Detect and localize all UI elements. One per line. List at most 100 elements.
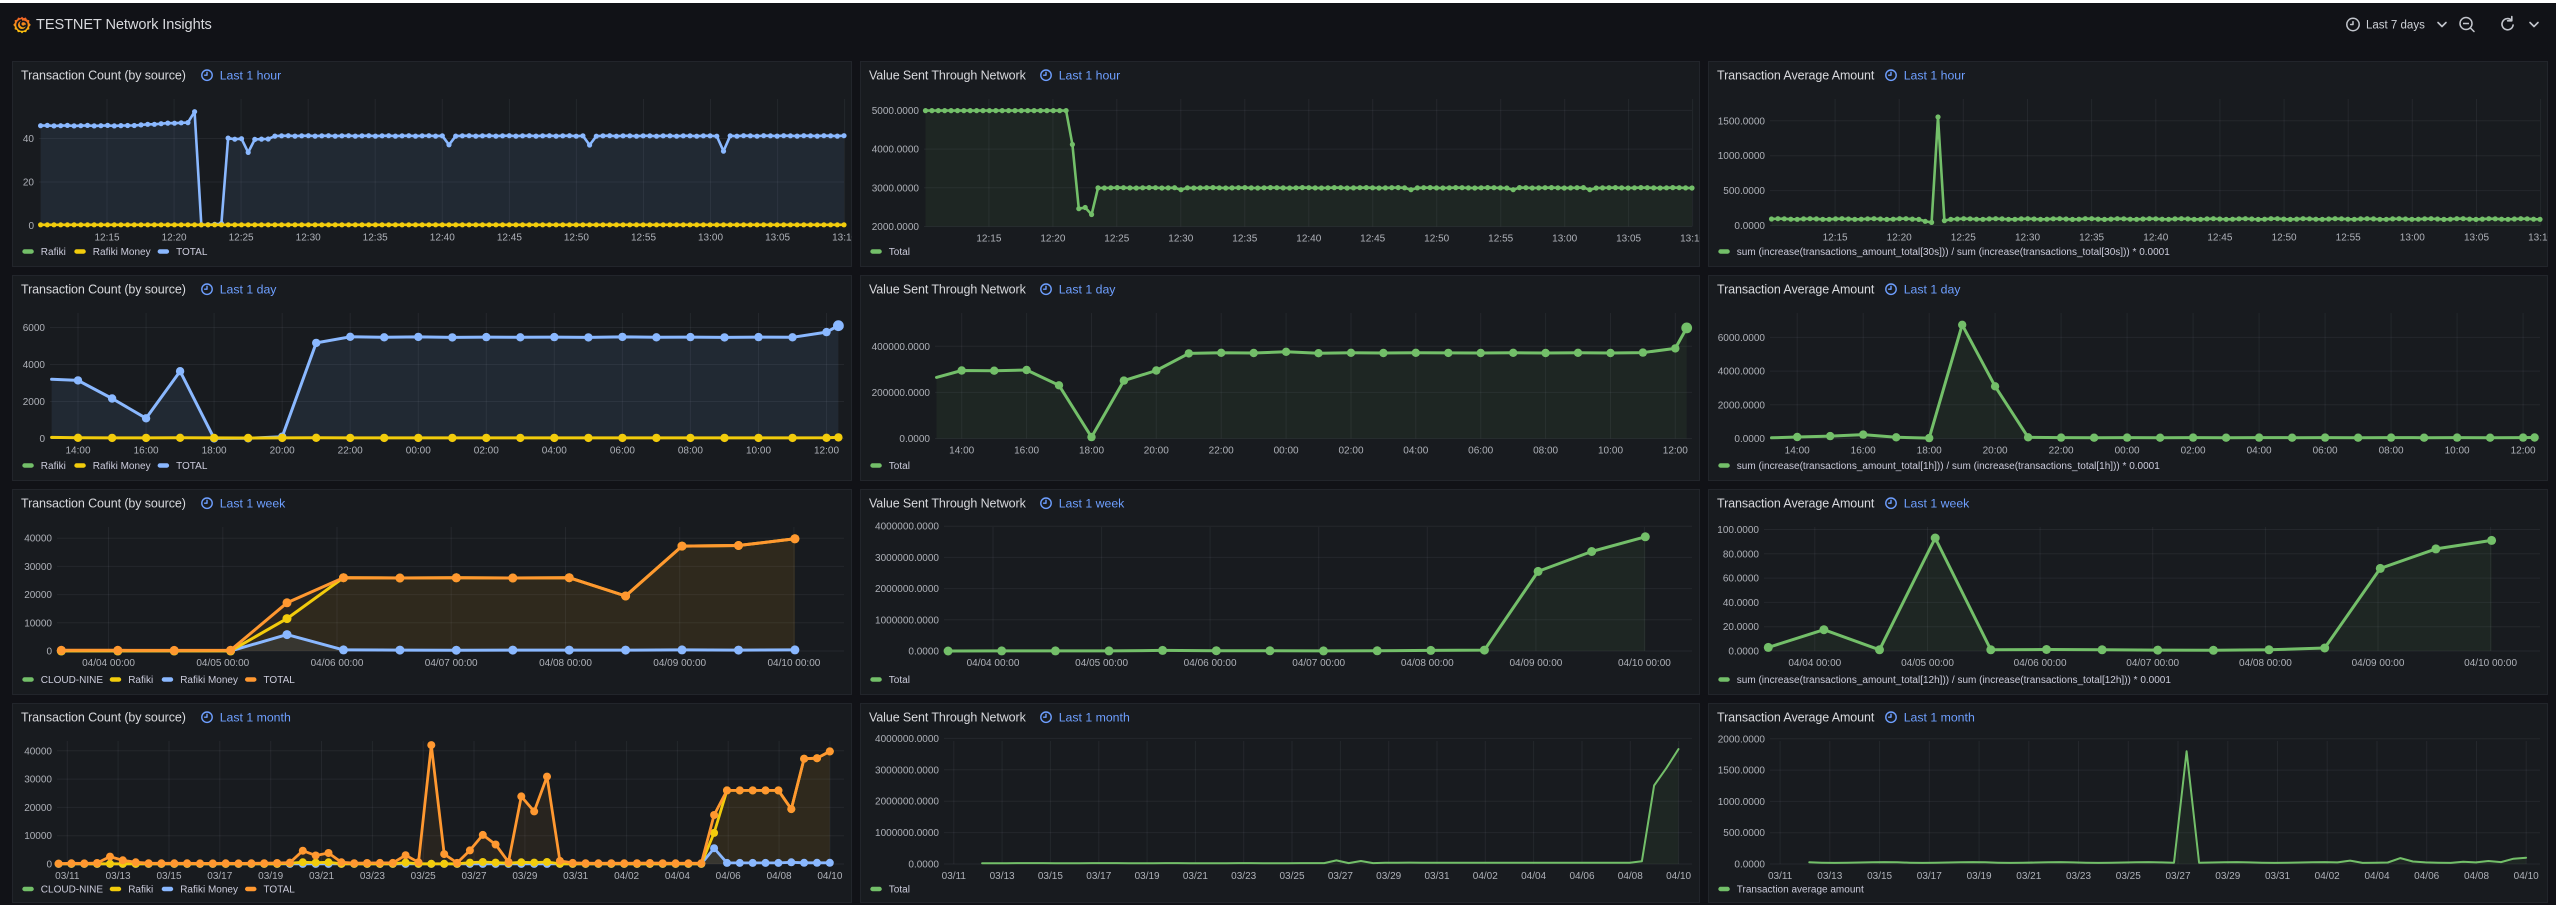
- svg-text:04/08 00:00: 04/08 00:00: [2239, 658, 2292, 669]
- svg-text:TOTAL: TOTAL: [176, 247, 208, 258]
- svg-text:0.0000: 0.0000: [1734, 221, 1765, 232]
- svg-text:12:50: 12:50: [1424, 234, 1449, 245]
- svg-text:Last 1 week: Last 1 week: [220, 497, 286, 511]
- svg-text:12:40: 12:40: [2143, 233, 2168, 244]
- svg-text:4000.0000: 4000.0000: [1718, 367, 1766, 378]
- svg-text:5000.0000: 5000.0000: [872, 106, 920, 117]
- svg-text:sum (increase(transactions_amo: sum (increase(transactions_amount_total[…: [1737, 247, 2170, 258]
- svg-text:04/07 00:00: 04/07 00:00: [425, 658, 478, 669]
- svg-text:1500.0000: 1500.0000: [1718, 766, 1766, 777]
- svg-text:12:45: 12:45: [497, 233, 522, 244]
- svg-text:Transaction Average Amount: Transaction Average Amount: [1717, 497, 1875, 511]
- svg-text:04:00: 04:00: [542, 446, 567, 457]
- svg-text:12:25: 12:25: [1951, 233, 1976, 244]
- svg-text:04/07 00:00: 04/07 00:00: [2126, 658, 2179, 669]
- svg-text:04/02: 04/02: [2315, 871, 2340, 882]
- svg-text:0: 0: [39, 434, 45, 445]
- svg-text:04/02: 04/02: [1473, 871, 1498, 882]
- svg-text:1000000.0000: 1000000.0000: [875, 828, 939, 839]
- svg-text:04/04 00:00: 04/04 00:00: [82, 658, 135, 669]
- svg-text:20:00: 20:00: [270, 446, 295, 457]
- svg-text:3000000.0000: 3000000.0000: [875, 765, 939, 776]
- svg-text:Last 1 week: Last 1 week: [1904, 497, 1970, 511]
- svg-text:03/19: 03/19: [258, 871, 283, 882]
- svg-text:CLOUD-NINE: CLOUD-NINE: [41, 675, 104, 686]
- svg-text:12:20: 12:20: [162, 233, 187, 244]
- svg-text:2000.0000: 2000.0000: [872, 222, 920, 233]
- svg-text:14:00: 14:00: [65, 446, 90, 457]
- svg-text:0.0000: 0.0000: [899, 434, 930, 445]
- svg-text:Rafiki Money: Rafiki Money: [93, 247, 151, 258]
- svg-text:13:00: 13:00: [698, 233, 723, 244]
- svg-text:30000: 30000: [24, 775, 52, 786]
- svg-text:00:00: 00:00: [2115, 446, 2140, 457]
- svg-text:sum (increase(transactions_amo: sum (increase(transactions_amount_total[…: [1737, 461, 2160, 472]
- svg-text:2000: 2000: [23, 397, 46, 408]
- svg-text:2000000.0000: 2000000.0000: [875, 797, 939, 808]
- svg-text:00:00: 00:00: [1274, 446, 1299, 457]
- svg-text:Value Sent Through Network: Value Sent Through Network: [869, 69, 1027, 83]
- svg-text:12:15: 12:15: [1823, 233, 1848, 244]
- svg-text:02:00: 02:00: [474, 446, 499, 457]
- svg-text:04/06: 04/06: [716, 871, 741, 882]
- svg-text:Transaction Count (by source): Transaction Count (by source): [21, 497, 186, 511]
- svg-text:13:00: 13:00: [2400, 233, 2425, 244]
- svg-text:03/29: 03/29: [1376, 871, 1401, 882]
- svg-text:6000: 6000: [23, 323, 46, 334]
- svg-text:Rafiki Money: Rafiki Money: [180, 675, 238, 686]
- svg-text:03/21: 03/21: [2016, 871, 2041, 882]
- svg-text:22:00: 22:00: [1209, 446, 1234, 457]
- svg-text:Rafiki: Rafiki: [128, 885, 153, 896]
- svg-text:Last 1 month: Last 1 month: [1904, 711, 1975, 725]
- svg-text:2000000.0000: 2000000.0000: [875, 584, 939, 595]
- svg-text:13:00: 13:00: [1552, 234, 1577, 245]
- svg-text:4000.0000: 4000.0000: [872, 145, 920, 156]
- svg-text:03/25: 03/25: [2116, 871, 2141, 882]
- svg-text:12:20: 12:20: [1887, 233, 1912, 244]
- svg-text:Last 1 hour: Last 1 hour: [1904, 69, 1966, 83]
- svg-text:13:10: 13:10: [2528, 233, 2548, 244]
- svg-text:03/25: 03/25: [411, 871, 436, 882]
- svg-text:Last 1 day: Last 1 day: [1059, 283, 1117, 297]
- svg-text:12:00: 12:00: [814, 446, 839, 457]
- svg-text:04/05 00:00: 04/05 00:00: [1075, 658, 1128, 669]
- svg-text:1000.0000: 1000.0000: [1718, 151, 1766, 162]
- svg-text:CLOUD-NINE: CLOUD-NINE: [41, 885, 104, 896]
- svg-text:04/04: 04/04: [665, 871, 690, 882]
- svg-text:20: 20: [23, 178, 35, 189]
- svg-text:03/29: 03/29: [512, 871, 537, 882]
- svg-text:04/04: 04/04: [1521, 871, 1546, 882]
- svg-text:03/27: 03/27: [1328, 871, 1353, 882]
- svg-text:12:00: 12:00: [2511, 446, 2536, 457]
- svg-text:Transaction Average Amount: Transaction Average Amount: [1717, 283, 1875, 297]
- svg-text:500.0000: 500.0000: [1723, 828, 1765, 839]
- svg-text:10:00: 10:00: [2445, 446, 2470, 457]
- svg-text:Rafiki: Rafiki: [41, 247, 66, 258]
- svg-text:04/02: 04/02: [614, 871, 639, 882]
- svg-text:10000: 10000: [24, 618, 52, 629]
- svg-text:500.0000: 500.0000: [1723, 186, 1765, 197]
- svg-text:Value Sent Through Network: Value Sent Through Network: [869, 711, 1027, 725]
- svg-text:04/10: 04/10: [1666, 871, 1691, 882]
- svg-text:Transaction Count (by source): Transaction Count (by source): [21, 711, 186, 725]
- svg-text:Last 1 week: Last 1 week: [1059, 497, 1125, 511]
- svg-text:04/09 00:00: 04/09 00:00: [1509, 658, 1562, 669]
- svg-text:Total: Total: [889, 247, 910, 258]
- svg-text:04:00: 04:00: [2247, 446, 2272, 457]
- svg-text:02:00: 02:00: [1338, 446, 1363, 457]
- svg-text:12:25: 12:25: [1104, 234, 1129, 245]
- svg-text:04/09 00:00: 04/09 00:00: [653, 658, 706, 669]
- svg-text:12:55: 12:55: [2336, 233, 2361, 244]
- svg-text:Total: Total: [889, 461, 910, 472]
- svg-text:3000.0000: 3000.0000: [872, 183, 920, 194]
- svg-text:Last 1 month: Last 1 month: [220, 711, 291, 725]
- svg-text:04/07 00:00: 04/07 00:00: [1292, 658, 1345, 669]
- svg-text:18:00: 18:00: [202, 446, 227, 457]
- svg-text:04/05 00:00: 04/05 00:00: [1901, 658, 1954, 669]
- svg-text:40000: 40000: [24, 534, 52, 545]
- svg-text:12:55: 12:55: [631, 233, 656, 244]
- svg-text:2000.0000: 2000.0000: [1718, 400, 1766, 411]
- svg-text:60.0000: 60.0000: [1723, 574, 1760, 585]
- svg-text:08:00: 08:00: [2379, 446, 2404, 457]
- svg-text:16:00: 16:00: [1851, 446, 1876, 457]
